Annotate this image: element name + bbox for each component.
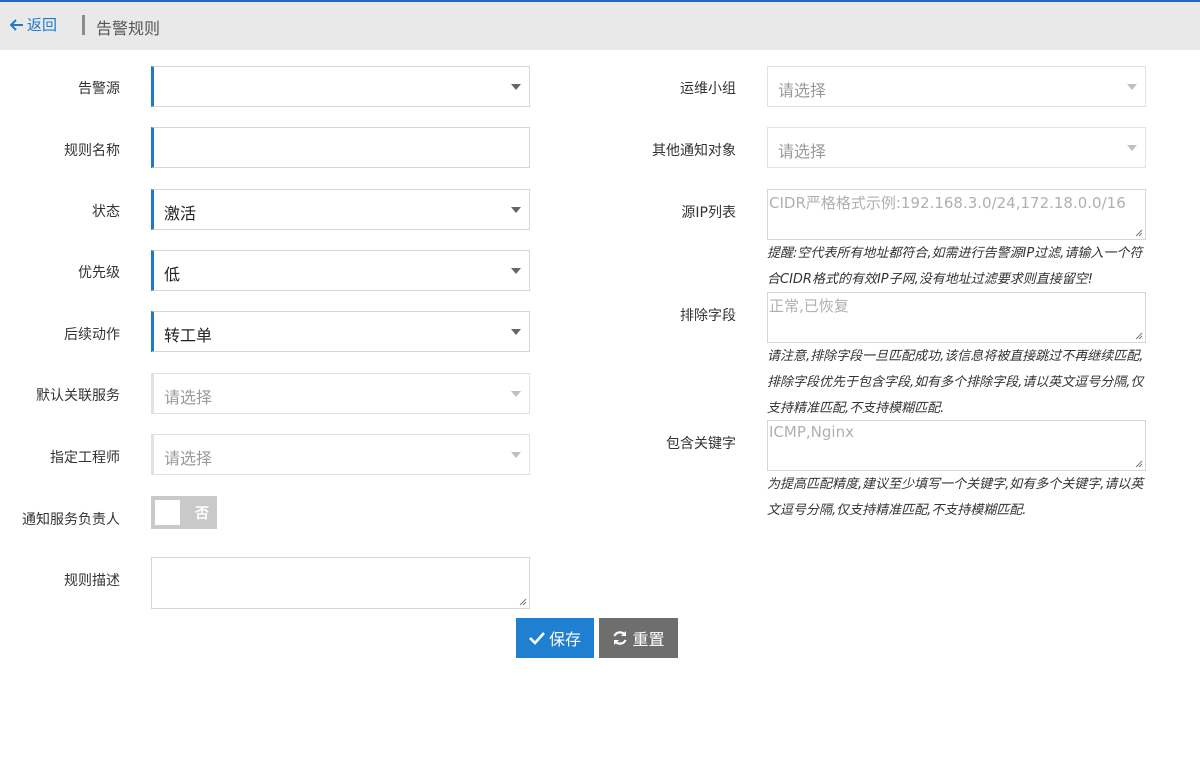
include-keywords-placeholder: ICMP,Nginx: [769, 423, 854, 441]
resize-grip-icon[interactable]: [1135, 332, 1143, 340]
ops-group-select[interactable]: 请选择: [767, 66, 1146, 107]
save-button[interactable]: 保存: [516, 618, 594, 658]
other-notify-label: 其他通知对象: [652, 143, 736, 159]
save-label: 保存: [548, 630, 581, 649]
check-icon: [529, 632, 545, 645]
exclude-fields-label: 排除字段: [680, 308, 736, 324]
engineer-placeholder: 请选择: [164, 449, 213, 468]
ops-group-label: 运维小组: [680, 81, 736, 97]
other-notify-placeholder: 请选择: [778, 142, 827, 161]
notify-owner-toggle[interactable]: 否: [151, 496, 217, 529]
exclude-fields-placeholder: 正常,已恢复: [769, 297, 849, 315]
source-ip-textarea[interactable]: CIDR严格格式示例:192.168.3.0/24,172.18.0.0/16: [767, 189, 1146, 240]
header-divider: [82, 15, 85, 35]
rule-name-input[interactable]: [151, 127, 530, 168]
default-service-label: 默认关联服务: [36, 388, 120, 404]
priority-select[interactable]: 低: [151, 250, 530, 291]
description-textarea[interactable]: [151, 557, 530, 609]
caret-down-icon: [511, 207, 521, 213]
resize-grip-icon[interactable]: [1135, 460, 1143, 468]
arrow-left-icon: [10, 18, 23, 31]
reset-label: 重置: [632, 630, 665, 649]
include-keywords-hint: 为提高匹配精度,建议至少填写一个关键字,如有多个关键字,请以英文逗号分隔,仅支持…: [767, 477, 1144, 518]
priority-value: 低: [164, 265, 181, 284]
description-label: 规则描述: [64, 573, 120, 589]
include-keywords-textarea[interactable]: ICMP,Nginx: [767, 420, 1146, 471]
status-value: 激活: [164, 204, 197, 223]
alert-source-select[interactable]: [151, 66, 530, 107]
follow-up-select[interactable]: 转工单: [151, 311, 530, 352]
engineer-select[interactable]: 请选择: [151, 434, 530, 475]
status-label: 状态: [92, 204, 120, 220]
follow-up-label: 后续动作: [64, 327, 120, 343]
exclude-fields-hint: 请注意,排除字段一旦匹配成功,该信息将被直接跳过不再继续匹配,排除字段优先于包含…: [767, 349, 1144, 416]
reset-button[interactable]: 重置: [599, 618, 678, 658]
status-select[interactable]: 激活: [151, 189, 530, 230]
page-title: 告警规则: [96, 19, 161, 38]
resize-grip-icon[interactable]: [1135, 229, 1143, 237]
alert-source-label: 告警源: [78, 81, 120, 97]
caret-down-icon: [511, 452, 521, 458]
resize-grip-icon[interactable]: [519, 598, 527, 606]
rule-name-label: 规则名称: [64, 143, 120, 159]
back-link[interactable]: 返回: [10, 14, 57, 35]
back-label: 返回: [27, 16, 58, 34]
caret-down-icon: [511, 329, 521, 335]
caret-down-icon: [511, 391, 521, 397]
other-notify-select[interactable]: 请选择: [767, 127, 1146, 168]
follow-up-value: 转工单: [164, 326, 213, 345]
source-ip-hint: 提醒:空代表所有地址都符合,如需进行告警源IP过滤,请输入一个符合CIDR格式的…: [767, 246, 1143, 287]
top-bar: 返回 告警规则: [0, 0, 1200, 50]
exclude-fields-textarea[interactable]: 正常,已恢复: [767, 292, 1146, 343]
caret-down-icon: [1127, 84, 1137, 90]
caret-down-icon: [1127, 145, 1137, 151]
ops-group-placeholder: 请选择: [778, 81, 827, 100]
notify-owner-label: 通知服务负责人: [22, 512, 120, 528]
toggle-knob: [155, 500, 180, 525]
engineer-label: 指定工程师: [50, 450, 120, 466]
toggle-state-label: 否: [195, 506, 209, 522]
priority-label: 优先级: [78, 265, 120, 281]
caret-down-icon: [511, 84, 521, 90]
source-ip-placeholder: CIDR严格格式示例:192.168.3.0/24,172.18.0.0/16: [769, 194, 1126, 212]
default-service-placeholder: 请选择: [164, 388, 213, 407]
include-keywords-label: 包含关键字: [666, 436, 736, 452]
default-service-select[interactable]: 请选择: [151, 373, 530, 414]
source-ip-label: 源IP列表: [681, 205, 736, 221]
caret-down-icon: [511, 268, 521, 274]
refresh-icon: [613, 631, 627, 645]
